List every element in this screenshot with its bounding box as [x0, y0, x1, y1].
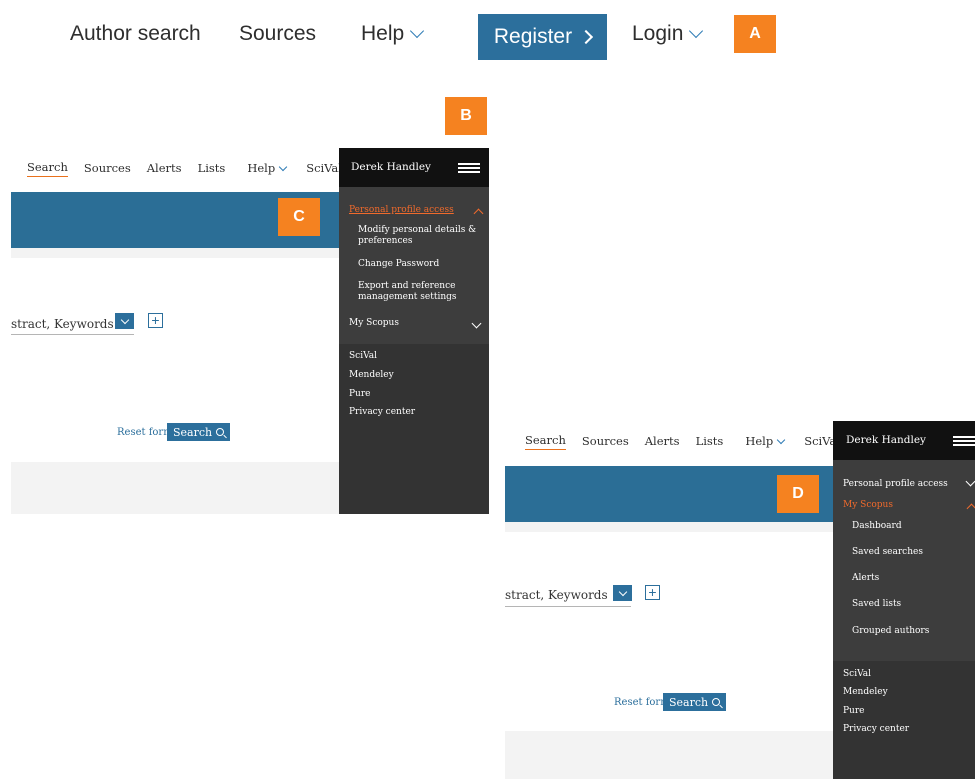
nav-alerts[interactable]: Alerts [645, 434, 680, 448]
menu-pure[interactable]: Pure [349, 389, 370, 400]
menu-grouped-authors[interactable]: Grouped authors [852, 626, 929, 637]
reset-form-link[interactable]: Reset form [614, 697, 670, 708]
chevron-right-icon [579, 29, 594, 45]
search-label: Search [669, 695, 709, 709]
hamburger-icon[interactable] [953, 436, 975, 446]
menu-header: Derek Handley [833, 421, 975, 460]
menu-alerts[interactable]: Alerts [852, 573, 879, 584]
field-underline [505, 606, 631, 607]
menu-change-password[interactable]: Change Password [358, 259, 439, 270]
menu-dashboard[interactable]: Dashboard [852, 521, 902, 532]
nav-help-label: Help [361, 22, 405, 45]
search-icon [216, 428, 225, 436]
nav-sources[interactable]: Sources [84, 161, 131, 175]
nav-lists[interactable]: Lists [696, 434, 724, 448]
callout-badge-b: B [445, 97, 487, 135]
search-field-select[interactable]: stract, Keywords [11, 317, 114, 331]
user-name: Derek Handley [351, 161, 431, 173]
footer-strip [11, 462, 339, 514]
nav-help[interactable]: Help [361, 22, 425, 46]
chevron-down-icon [410, 23, 425, 39]
menu-modify-details[interactable]: Modify personal details & preferences [358, 225, 483, 247]
search-icon [712, 698, 721, 706]
hamburger-icon[interactable] [458, 163, 480, 173]
nav-help[interactable]: Help [247, 161, 288, 175]
menu-saved-lists[interactable]: Saved lists [852, 599, 901, 610]
nav-sources[interactable]: Sources [582, 434, 629, 448]
nav-sources[interactable]: Sources [239, 22, 316, 46]
field-underline [11, 334, 134, 335]
chevron-down-icon [965, 476, 975, 487]
menu-products: SciVal Mendeley Pure Privacy center [833, 661, 975, 779]
menu-mendeley[interactable]: Mendeley [843, 687, 888, 698]
nav-help-label: Help [745, 434, 774, 448]
chevron-down-icon [689, 23, 704, 39]
nav-author-search[interactable]: Author search [70, 22, 201, 46]
menu-my-scopus[interactable]: My Scopus [349, 318, 399, 329]
divider-strip [505, 522, 833, 532]
menu-header: Derek Handley [339, 148, 489, 187]
menu-mendeley[interactable]: Mendeley [349, 370, 394, 381]
field-dropdown-button[interactable] [613, 585, 632, 601]
nav-alerts[interactable]: Alerts [147, 161, 182, 175]
menu-personal-profile[interactable]: Personal profile access [843, 479, 948, 490]
nav-scival-label: SciVal [306, 161, 339, 175]
add-field-button[interactable]: + [645, 585, 660, 600]
menu-my-scopus[interactable]: My Scopus [843, 500, 893, 511]
menu-export-settings[interactable]: Export and reference management settings [358, 281, 476, 303]
account-menu-1: Derek Handley Personal profile access Mo… [339, 148, 489, 514]
chevron-down-icon [278, 162, 288, 172]
menu-scival[interactable]: SciVal [349, 351, 377, 362]
register-label: Register [493, 25, 573, 48]
menu-pure[interactable]: Pure [843, 706, 864, 717]
nav-help-label: Help [247, 161, 276, 175]
nav-scival[interactable]: SciVal » [306, 161, 339, 175]
chevron-down-icon [471, 318, 482, 329]
nav-scival[interactable]: SciVal » [804, 434, 833, 448]
nav-login-label: Login [632, 22, 684, 45]
menu-saved-searches[interactable]: Saved searches [852, 547, 923, 558]
search-button[interactable]: Search [663, 693, 727, 711]
register-button[interactable]: Register [478, 14, 607, 60]
search-button[interactable]: Search [167, 423, 231, 441]
footer-strip [505, 731, 833, 779]
nav-help[interactable]: Help [745, 434, 786, 448]
menu-personal-profile[interactable]: Personal profile access [349, 205, 454, 216]
nav-search[interactable]: Search [27, 160, 68, 177]
chevron-up-icon [473, 208, 484, 219]
reset-form-link[interactable]: Reset form [117, 427, 173, 438]
field-dropdown-button[interactable] [115, 313, 134, 329]
menu-privacy-center[interactable]: Privacy center [349, 407, 415, 418]
menu-scival[interactable]: SciVal [843, 669, 871, 680]
account-menu-2: Derek Handley Personal profile access My… [833, 421, 975, 779]
nav-search[interactable]: Search [525, 433, 566, 450]
menu-products: SciVal Mendeley Pure Privacy center [339, 344, 489, 514]
search-field-select[interactable]: stract, Keywords [505, 588, 608, 602]
menu-privacy-center[interactable]: Privacy center [843, 724, 909, 735]
callout-badge-d: D [777, 475, 819, 513]
divider-strip [11, 248, 339, 258]
search-label: Search [173, 425, 213, 439]
add-field-button[interactable]: + [148, 313, 163, 328]
chevron-down-icon [776, 435, 786, 445]
user-name: Derek Handley [846, 434, 926, 446]
nav-lists[interactable]: Lists [198, 161, 226, 175]
nav-scival-label: SciVal [804, 434, 833, 448]
chevron-up-icon [966, 503, 975, 514]
callout-badge-a: A [734, 15, 776, 53]
chevron-down-icon [618, 587, 627, 596]
callout-badge-c: C [278, 198, 320, 236]
nav-login[interactable]: Login [632, 22, 704, 46]
panel-nav: Search Sources Alerts Lists Help SciVal … [525, 426, 833, 456]
panel-nav: Search Sources Alerts Lists Help SciVal … [27, 153, 339, 183]
chevron-down-icon [120, 315, 129, 324]
